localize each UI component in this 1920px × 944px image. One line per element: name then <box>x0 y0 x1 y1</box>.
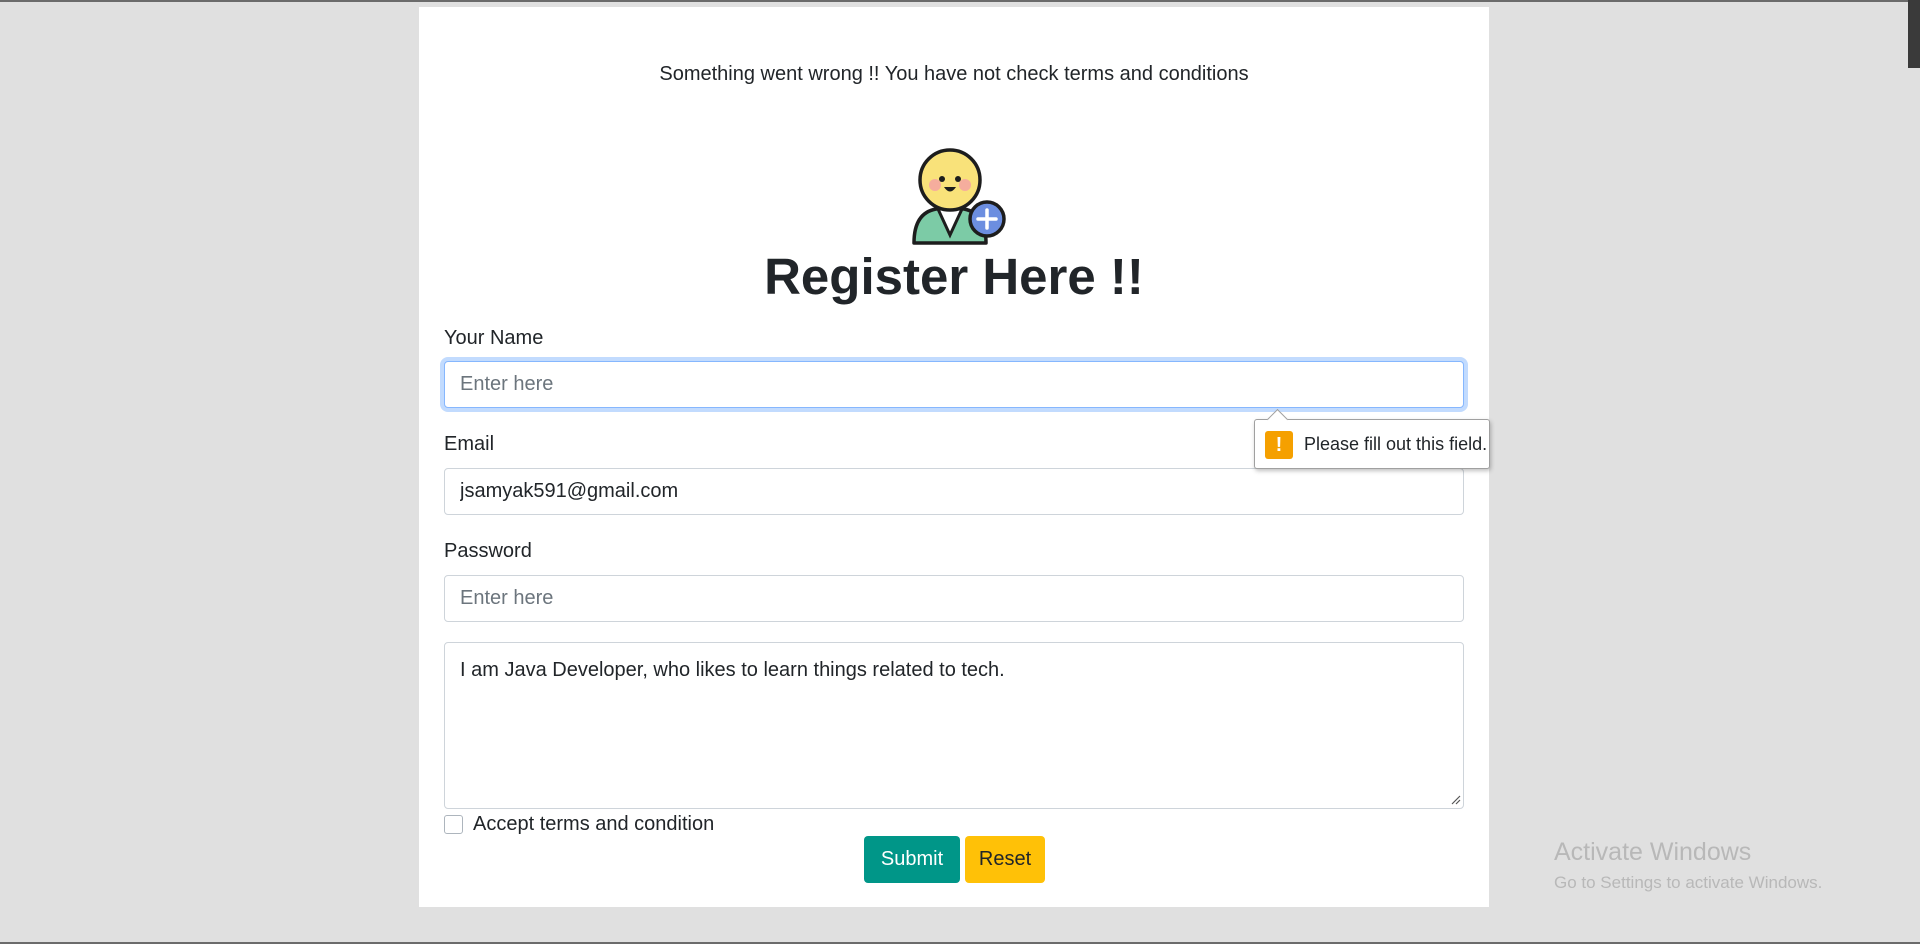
password-label: Password <box>444 540 532 562</box>
error-message: Something went wrong !! You have not che… <box>659 63 1249 85</box>
watermark-subtitle: Go to Settings to activate Windows. <box>1554 873 1823 892</box>
terms-checkbox[interactable] <box>444 815 463 834</box>
submit-button[interactable]: Submit <box>864 836 960 883</box>
page-title: Register Here !! <box>764 248 1144 305</box>
about-textarea[interactable]: I am Java Developer, who likes to learn … <box>444 642 1464 809</box>
email-input[interactable] <box>444 468 1464 515</box>
validation-tooltip: ! Please fill out this field. <box>1254 408 1490 469</box>
register-card: Something went wrong !! You have not che… <box>419 7 1490 907</box>
tooltip-arrow <box>1266 408 1289 431</box>
reset-button[interactable]: Reset <box>965 836 1045 883</box>
tooltip-text: Please fill out this field. <box>1304 434 1488 454</box>
activate-windows-watermark: Activate Windows Go to Settings to activ… <box>1554 838 1822 893</box>
scrollbar[interactable] <box>1908 0 1920 944</box>
name-label: Your Name <box>444 327 544 349</box>
email-label: Email <box>444 433 495 455</box>
user-add-icon <box>900 147 1010 247</box>
scrollbar-thumb[interactable] <box>1908 0 1920 68</box>
name-input[interactable] <box>444 361 1464 408</box>
watermark-title: Activate Windows <box>1554 838 1752 866</box>
password-input[interactable] <box>444 575 1464 622</box>
resize-grip-icon[interactable] <box>1451 795 1461 805</box>
browser-top-strip <box>0 0 1920 2</box>
warning-icon: ! <box>1265 431 1293 459</box>
terms-label[interactable]: Accept terms and condition <box>473 813 714 836</box>
